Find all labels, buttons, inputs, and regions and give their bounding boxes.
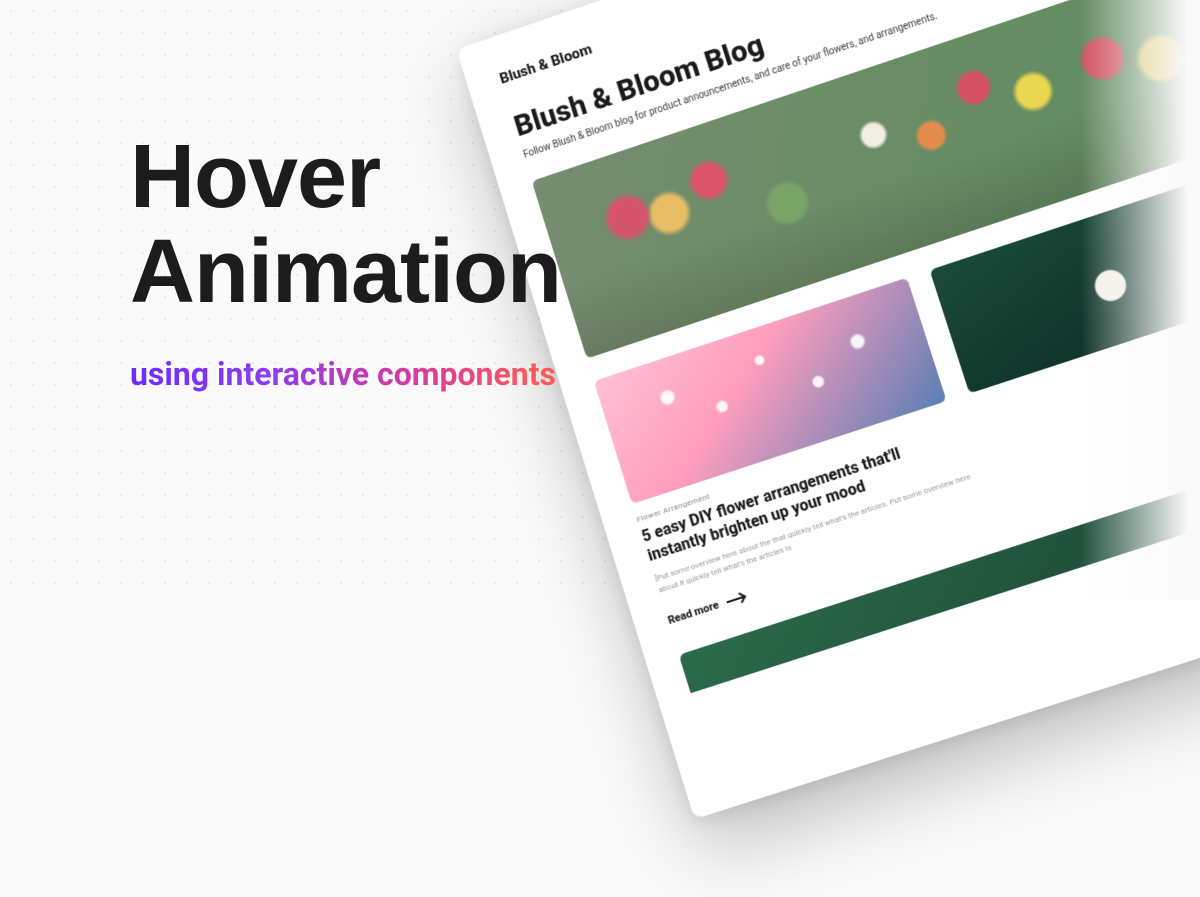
brand-logo[interactable]: Blush & Bloom: [497, 39, 594, 87]
arrow-right-icon: [726, 596, 744, 603]
read-more-label: Read more: [666, 598, 720, 627]
promo-subhead: using interactive components: [130, 355, 561, 393]
headline-line-1: Hover: [130, 127, 380, 227]
headline-line-2: Animation: [130, 222, 561, 322]
read-more-link[interactable]: Read more: [666, 590, 745, 627]
promo-headline: Hover Animation: [130, 130, 561, 319]
promo-text-block: Hover Animation using interactive compon…: [130, 130, 561, 393]
blog-mockup: Blush & Bloom Blush & Bloom Blog Follow …: [456, 0, 1200, 819]
